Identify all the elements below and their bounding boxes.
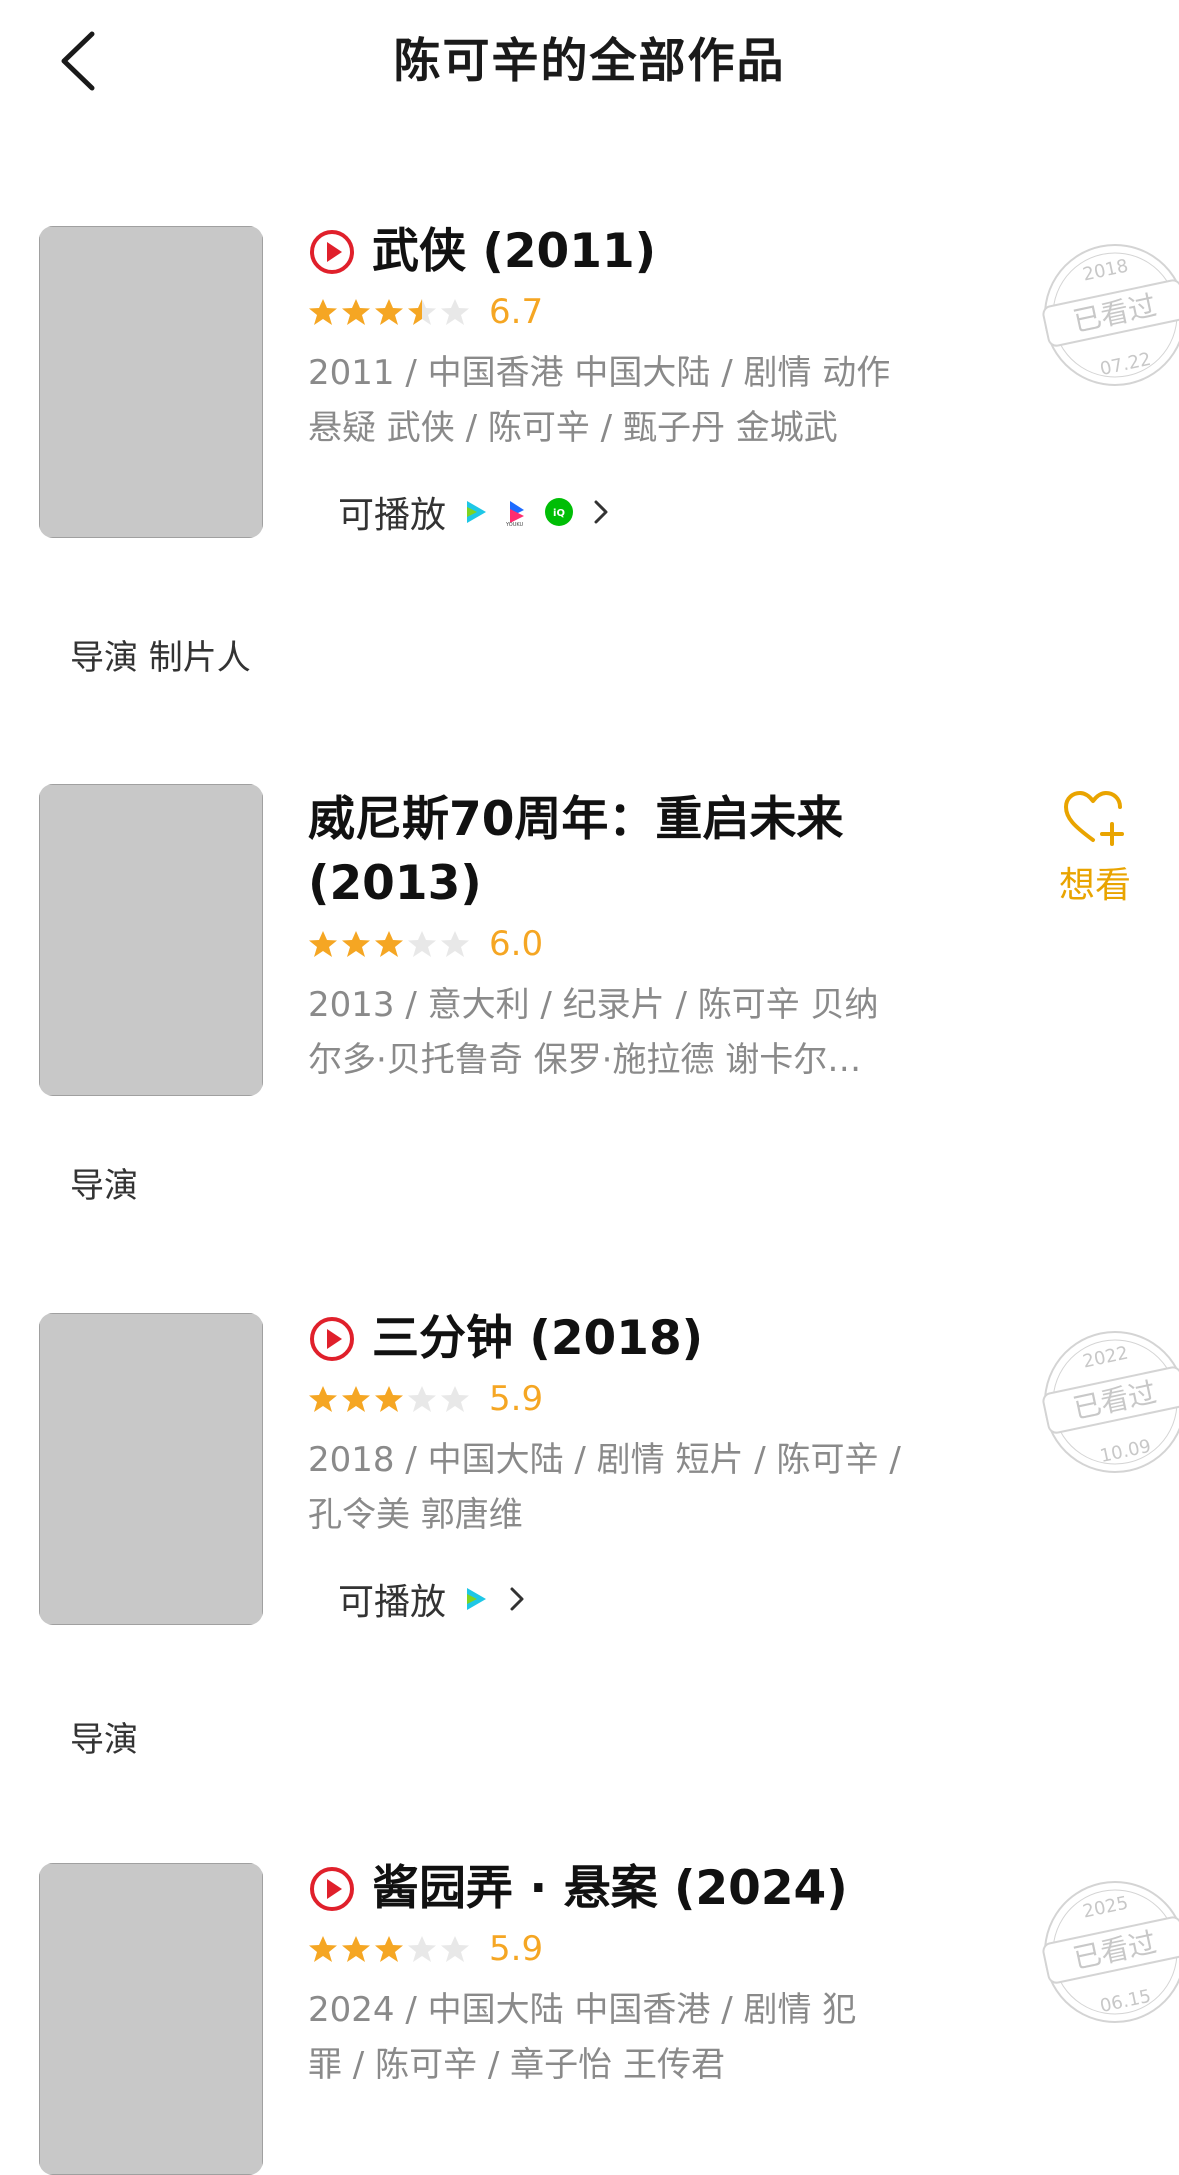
want-label: 想看 (1058, 865, 1131, 906)
item-title[interactable]: 武侠 (2011) (308, 220, 968, 284)
role-label: 导演 (70, 1720, 138, 1760)
stamp-date: 07.22 (1098, 349, 1153, 380)
svg-text:YOUKU: YOUKU (505, 522, 524, 527)
star-empty-icon (441, 931, 469, 957)
want-to-watch-button[interactable]: 想看 (1040, 788, 1150, 908)
star-full-icon (342, 1386, 370, 1412)
title-text: (2013) (308, 856, 482, 911)
star-empty-icon (408, 1386, 436, 1412)
star-empty-icon (441, 1386, 469, 1412)
meta-text: 2024 / 中国大陆 中国香港 / 剧情 犯 罪 / 陈可辛 / 章子怡 王传… (308, 1983, 968, 2093)
item-title[interactable]: 三分钟 (2018) (308, 1307, 968, 1371)
star-full-icon (342, 1936, 370, 1962)
watched-stamp-icon: 2022 已看过 10.09 (1042, 1331, 1179, 1473)
star-full-icon (309, 1936, 337, 1962)
star-rating (308, 929, 473, 959)
meta-text: 2018 / 中国大陆 / 剧情 短片 / 陈可辛 / 孔令美 郭唐维 (308, 1433, 968, 1543)
chevron-right-icon (510, 1587, 524, 1611)
star-empty-icon (441, 299, 469, 325)
nav-bar: 陈可辛的全部作品 (0, 0, 1179, 110)
rating: 5.9 (308, 1377, 968, 1421)
star-full-icon (342, 299, 370, 325)
stamp-date: 06.15 (1098, 1986, 1153, 2017)
meta-line: 2011 / 中国香港 中国大陆 / 剧情 动作 (308, 353, 891, 393)
watched-stamp-icon: 2025 已看过 06.15 (1042, 1881, 1179, 2023)
rating: 6.0 (308, 922, 968, 966)
chevron-right-icon (594, 500, 608, 524)
play-sources[interactable]: 可播放 (338, 1569, 968, 1629)
star-rating (308, 297, 473, 327)
poster-image[interactable] (39, 1313, 263, 1625)
play-circle-icon (310, 230, 354, 274)
title-text: 威尼斯70周年：重启未来 (308, 792, 844, 847)
poster-image[interactable] (39, 1863, 263, 2175)
meta-line: 2013 / 意大利 / 纪录片 / 陈可辛 贝纳 (308, 985, 879, 1025)
page-title: 陈可辛的全部作品 (393, 34, 786, 89)
poster-image[interactable] (39, 784, 263, 1096)
item-title[interactable]: 威尼斯70周年：重启未来 (2013) (308, 788, 968, 916)
meta-line: 2024 / 中国大陆 中国香港 / 剧情 犯 (308, 1990, 857, 2030)
play-sources[interactable]: 可播放 YOUKU iQ (338, 482, 968, 542)
stamp-date: 10.09 (1098, 1436, 1153, 1467)
tencent-video-icon (467, 501, 487, 523)
poster-image[interactable] (39, 226, 263, 538)
role-label: 导演 (70, 1166, 138, 1206)
star-full-icon (375, 299, 403, 325)
star-full-icon (309, 299, 337, 325)
star-full-icon (309, 1386, 337, 1412)
star-full-icon (375, 1936, 403, 1962)
title-text: 三分钟 (2018) (372, 1311, 704, 1366)
score: 6.7 (489, 292, 544, 332)
meta-line: 孔令美 郭唐维 (308, 1495, 523, 1535)
score: 5.9 (489, 1379, 544, 1419)
star-full-icon (342, 931, 370, 957)
youku-icon: YOUKU (505, 501, 525, 527)
meta-line: 罪 / 陈可辛 / 章子怡 王传君 (308, 2045, 725, 2085)
rating: 6.7 (308, 290, 968, 334)
score: 6.0 (489, 924, 544, 964)
title-text: 酱园弄 · 悬案 (2024) (372, 1861, 848, 1916)
stamp-year: 2018 (1081, 255, 1130, 285)
star-full-icon (375, 931, 403, 957)
rating: 5.9 (308, 1927, 968, 1971)
star-rating (308, 1384, 473, 1414)
play-circle-icon (310, 1317, 354, 1361)
meta-text: 2013 / 意大利 / 纪录片 / 陈可辛 贝纳 尔多·贝托鲁奇 保罗·施拉德… (308, 978, 968, 1088)
star-empty-icon (408, 1936, 436, 1962)
star-rating (308, 1934, 473, 1964)
play-label: 可播放 (338, 1582, 447, 1623)
stamp-year: 2022 (1081, 1342, 1130, 1372)
star-half-icon (408, 299, 436, 325)
role-label: 导演 制片人 (70, 638, 251, 678)
star-empty-icon (441, 1936, 469, 1962)
heart-plus-icon (1064, 791, 1124, 846)
tencent-video-icon (467, 1588, 487, 1610)
watched-stamp-icon: 2018 已看过 07.22 (1042, 244, 1179, 386)
score: 5.9 (489, 1929, 544, 1969)
title-text: 武侠 (2011) (372, 224, 657, 279)
meta-line: 尔多·贝托鲁奇 保罗·施拉德 谢卡尔… (308, 1040, 862, 1080)
star-empty-icon (408, 931, 436, 957)
stamp-year: 2025 (1081, 1892, 1130, 1922)
meta-line: 2018 / 中国大陆 / 剧情 短片 / 陈可辛 / (308, 1440, 901, 1480)
item-title[interactable]: 酱园弄 · 悬案 (2024) (308, 1857, 968, 1921)
svg-text:iQ: iQ (553, 508, 565, 519)
iqiyi-icon: iQ (545, 498, 574, 526)
meta-text: 2011 / 中国香港 中国大陆 / 剧情 动作 悬疑 武侠 / 陈可辛 / 甄… (308, 346, 968, 456)
meta-line: 悬疑 武侠 / 陈可辛 / 甄子丹 金城武 (308, 408, 838, 448)
play-label: 可播放 (338, 495, 447, 536)
play-circle-icon (310, 1867, 354, 1911)
star-full-icon (309, 931, 337, 957)
star-full-icon (375, 1386, 403, 1412)
